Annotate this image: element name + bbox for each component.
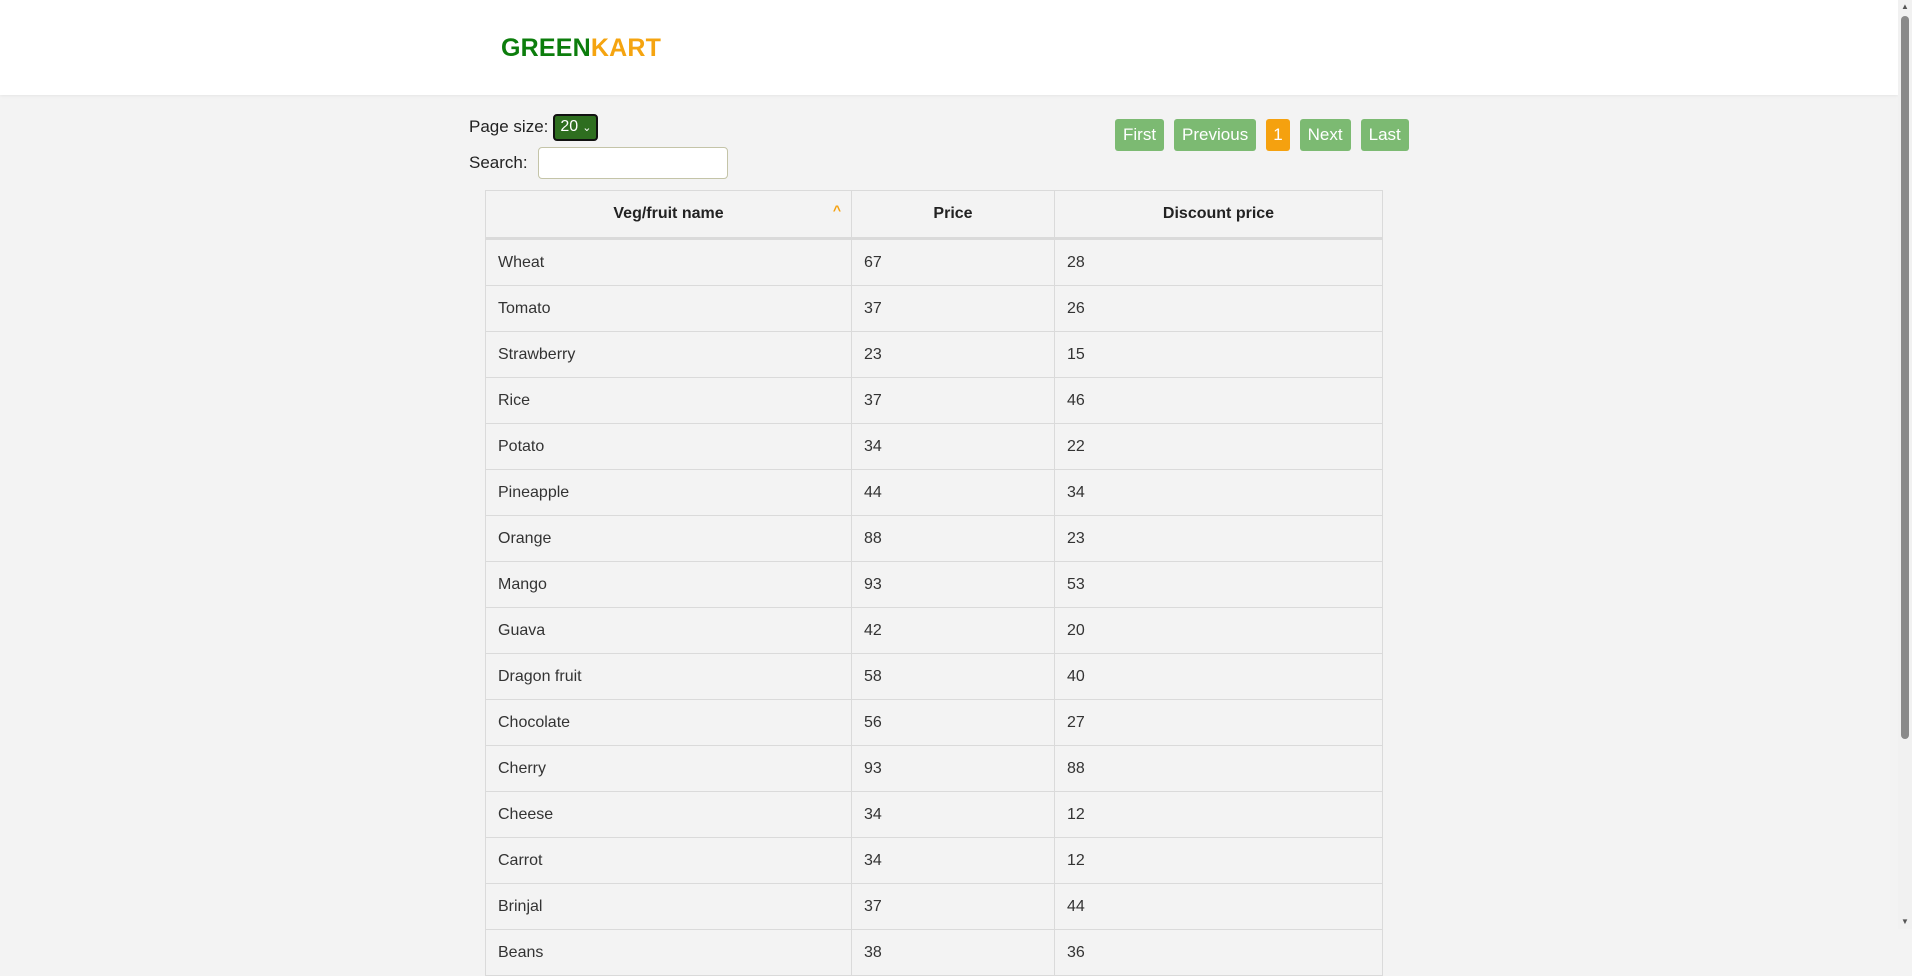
table-row: Cheese 34 12 [485, 791, 1383, 838]
cell-discount-price: 53 [1054, 561, 1383, 608]
column-header-label: Veg/fruit name [613, 205, 724, 222]
brand-part-green: GREEN [501, 34, 591, 62]
cell-name: Guava [485, 607, 852, 654]
cell-name: Rice [485, 377, 852, 424]
cell-discount-price: 12 [1054, 791, 1383, 838]
cell-price: 37 [851, 377, 1055, 424]
table-row: Mango 93 53 [485, 561, 1383, 608]
products-table: Veg/fruit name ^ Price Discount price Wh… [485, 190, 1383, 976]
cell-discount-price: 40 [1054, 653, 1383, 700]
site-header: GREENKART [0, 0, 1898, 95]
cell-discount-price: 20 [1054, 607, 1383, 654]
page-size-label: Page size: [469, 117, 549, 136]
brand-logo[interactable]: GREENKART [501, 34, 661, 63]
table-row: Tomato 37 26 [485, 285, 1383, 332]
cell-discount-price: 27 [1054, 699, 1383, 746]
cell-price: 42 [851, 607, 1055, 654]
cell-discount-price: 22 [1054, 423, 1383, 470]
column-header-label: Discount price [1162, 205, 1275, 222]
brand-part-kart: KART [590, 34, 662, 62]
page-size-value: 20 [560, 118, 579, 135]
previous-page-button[interactable]: Previous [1174, 119, 1257, 151]
column-header-label: Price [933, 205, 973, 222]
last-page-button[interactable]: Last [1360, 119, 1409, 151]
table-row: Brinjal 37 44 [485, 883, 1383, 930]
search-input[interactable] [537, 147, 728, 179]
cell-discount-price: 44 [1054, 883, 1383, 930]
table-row: Chocolate 56 27 [485, 699, 1383, 746]
scrollbar-thumb[interactable] [1901, 16, 1909, 739]
table-row: Carrot 34 12 [485, 837, 1383, 884]
cell-name: Orange [485, 515, 852, 562]
scroll-down-arrow-icon[interactable]: ▼ [1898, 915, 1912, 929]
cell-price: 38 [851, 929, 1055, 976]
cell-discount-price: 23 [1054, 515, 1383, 562]
cell-price: 23 [851, 331, 1055, 378]
cell-price: 93 [851, 745, 1055, 792]
cell-name: Dragon fruit [485, 653, 852, 700]
cell-discount-price: 46 [1054, 377, 1383, 424]
cell-name: Potato [485, 423, 852, 470]
table-row: Potato 34 22 [485, 423, 1383, 470]
cell-price: 44 [851, 469, 1055, 516]
cell-discount-price: 15 [1054, 331, 1383, 378]
chevron-up-icon[interactable]: ^ [833, 202, 841, 218]
cell-discount-price: 28 [1054, 238, 1383, 286]
table-row: Wheat 67 28 [485, 238, 1383, 286]
cell-name: Brinjal [485, 883, 852, 930]
cell-discount-price: 36 [1054, 929, 1383, 976]
search-row: Search: [469, 147, 728, 179]
cell-price: 37 [851, 883, 1055, 930]
cell-price: 34 [851, 791, 1055, 838]
cell-name: Pineapple [485, 469, 852, 516]
cell-name: Mango [485, 561, 852, 608]
table-row: Dragon fruit 58 40 [485, 653, 1383, 700]
chevron-down-icon: ⌄ [582, 121, 592, 134]
products-table-wrap: Veg/fruit name ^ Price Discount price Wh… [485, 190, 1383, 976]
next-page-button[interactable]: Next [1299, 119, 1351, 151]
table-controls: Page size: 20 ⌄ Search: [469, 113, 728, 179]
search-label: Search: [469, 153, 528, 172]
column-header-discount-price[interactable]: Discount price [1054, 190, 1383, 240]
column-header-price[interactable]: Price [851, 190, 1055, 240]
cell-price: 34 [851, 423, 1055, 470]
cell-discount-price: 88 [1054, 745, 1383, 792]
current-page-button[interactable]: 1 [1266, 119, 1290, 151]
cell-price: 67 [851, 238, 1055, 286]
cell-discount-price: 26 [1054, 285, 1383, 332]
table-row: Beans 38 36 [485, 929, 1383, 976]
cell-name: Strawberry [485, 331, 852, 378]
pagination: First Previous 1 Next Last [1115, 119, 1409, 151]
page-size-select[interactable]: 20 ⌄ [553, 113, 599, 141]
table-row: Rice 37 46 [485, 377, 1383, 424]
table-row: Cherry 93 88 [485, 745, 1383, 792]
cell-price: 56 [851, 699, 1055, 746]
cell-price: 34 [851, 837, 1055, 884]
cell-price: 93 [851, 561, 1055, 608]
page-size-row: Page size: 20 ⌄ [469, 113, 728, 141]
cell-discount-price: 34 [1054, 469, 1383, 516]
table-row: Pineapple 44 34 [485, 469, 1383, 516]
column-header-name[interactable]: Veg/fruit name ^ [485, 190, 852, 240]
cell-name: Chocolate [485, 699, 852, 746]
cell-discount-price: 12 [1054, 837, 1383, 884]
cell-name: Tomato [485, 285, 852, 332]
table-row: Orange 88 23 [485, 515, 1383, 562]
cell-name: Beans [485, 929, 852, 976]
cell-name: Cheese [485, 791, 852, 838]
first-page-button[interactable]: First [1115, 119, 1165, 151]
scroll-up-arrow-icon[interactable]: ▲ [1898, 0, 1912, 14]
cell-name: Carrot [485, 837, 852, 884]
cell-price: 37 [851, 285, 1055, 332]
cell-name: Wheat [485, 238, 852, 286]
cell-price: 88 [851, 515, 1055, 562]
table-body: Wheat 67 28 Tomato 37 26 Strawberry 23 15 Rice 37 4… [485, 238, 1383, 976]
cell-name: Cherry [485, 745, 852, 792]
table-row: Guava 42 20 [485, 607, 1383, 654]
table-row: Strawberry 23 15 [485, 331, 1383, 378]
table-header-row: Veg/fruit name ^ Price Discount price [485, 190, 1383, 240]
cell-price: 58 [851, 653, 1055, 700]
vertical-scrollbar[interactable]: ▲ ▼ [1898, 0, 1912, 929]
